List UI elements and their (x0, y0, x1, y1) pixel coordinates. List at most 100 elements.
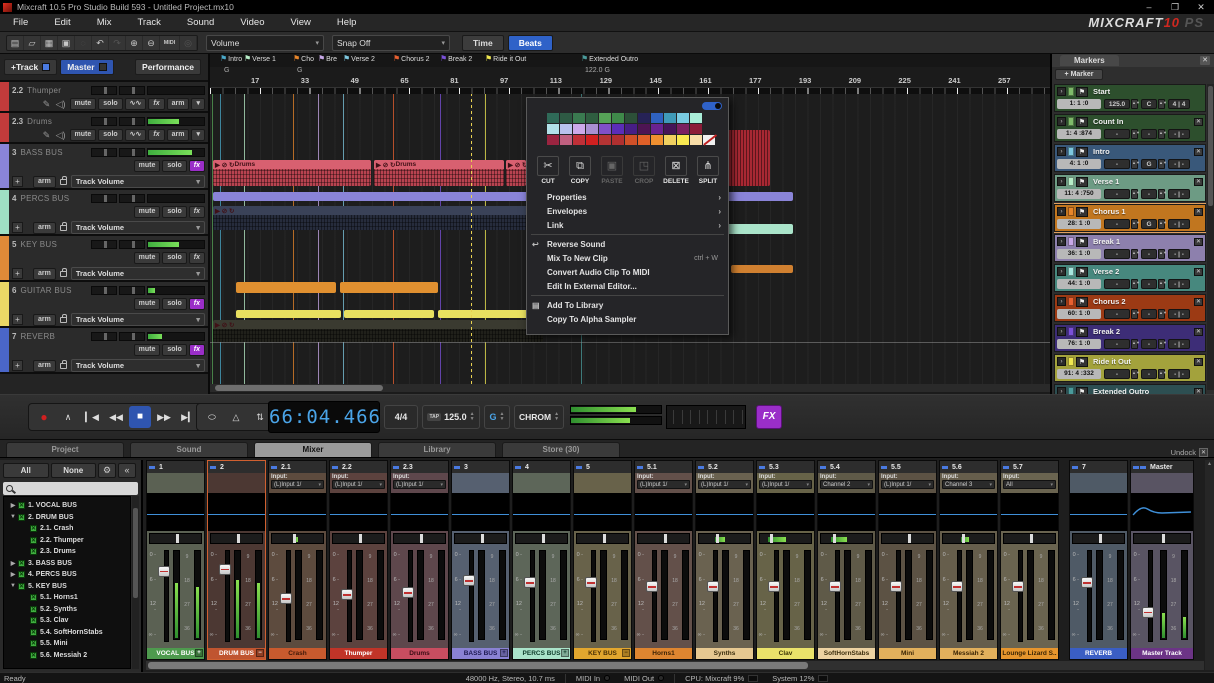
collapse-handle-icon[interactable] (881, 466, 887, 469)
strip-name-label[interactable]: Lounge Lizard S.. (1001, 648, 1058, 659)
strip-name-label[interactable]: VOCAL BUS+ (147, 648, 204, 659)
marker-tempo-field[interactable]: - (1104, 129, 1130, 139)
marker-time-field[interactable]: 36: 1 :0 (1057, 249, 1101, 259)
marker-color-chip[interactable] (1068, 357, 1074, 366)
scale-control[interactable]: CHROM ▲▼ (514, 405, 564, 429)
track-visible-checkbox[interactable] (30, 548, 37, 555)
marker-key-field[interactable]: G (1141, 159, 1157, 169)
strip-name-label[interactable]: Synths (696, 648, 753, 659)
strip-name-label[interactable]: Thumper (330, 648, 387, 659)
collapse-sidebar-icon[interactable]: « (118, 463, 136, 478)
tree-item-5-4-softhornstabs[interactable]: 5.4. SoftHornStabs (4, 627, 130, 639)
marker-row[interactable]: ›⚑Extended Outro✕ (1054, 384, 1206, 394)
pan-thumb[interactable] (237, 534, 240, 543)
volume-slider[interactable] (119, 86, 145, 95)
collapse-handle-icon[interactable] (942, 466, 948, 469)
color-swatch[interactable] (612, 113, 624, 123)
marker-sig-field[interactable]: - | - (1168, 129, 1190, 139)
pan-thumb[interactable] (293, 534, 296, 543)
split-action[interactable]: ⋔SPLIT (693, 156, 723, 185)
pan-thumb[interactable] (908, 534, 911, 543)
tree-item-2-3-drums[interactable]: 2.3. Drums (4, 546, 130, 558)
tab-project[interactable]: Project (6, 442, 124, 457)
color-swatch[interactable] (547, 135, 559, 145)
close-icon[interactable]: ✕ (1199, 448, 1208, 457)
channel-strip-5.5[interactable]: 5.5Input:(L)Input 1/▾0 -6 -12 -∞ -918273… (878, 460, 937, 660)
arm-button[interactable]: arm (167, 129, 190, 141)
drums-clip[interactable]: ▶ ⊘ ↻ Drums (374, 160, 504, 186)
tab-store-30-[interactable]: Store (30) (502, 442, 620, 457)
fx-button[interactable]: fx (189, 344, 205, 356)
pan-slider[interactable] (1133, 533, 1191, 544)
marker-tempo-field[interactable]: - (1104, 339, 1130, 349)
automation-dropdown[interactable]: Track Volume▾ (71, 175, 205, 188)
mute-button[interactable]: mute (70, 129, 97, 141)
rewind-button[interactable]: ◀◀ (105, 406, 127, 428)
track-visible-checkbox[interactable] (18, 514, 25, 521)
guitar-clip[interactable] (344, 310, 434, 318)
delete-marker-icon[interactable]: ✕ (1194, 178, 1203, 186)
fader-thumb[interactable] (829, 581, 841, 592)
menu-view[interactable]: View (278, 14, 324, 32)
pan-slider[interactable] (393, 533, 446, 544)
input-dropdown[interactable]: (L)Input 1/▾ (698, 480, 751, 489)
save-as-icon[interactable]: ▦ (41, 36, 58, 50)
channel-strip-2.1[interactable]: 2.1Input:(L)Input 1/▾0 -6 -12 -∞ -918273… (268, 460, 327, 660)
track-4[interactable]: 4PERCS BUSmutesolofx+armTrack Volume▾ (0, 190, 208, 236)
color-swatch[interactable] (638, 135, 650, 145)
menu-item-edit-in-external-editor-[interactable]: Edit In External Editor... (527, 279, 728, 293)
gear-icon[interactable]: ⚙ (98, 463, 116, 478)
stop-button[interactable]: ■ (129, 406, 151, 428)
fader-thumb[interactable] (219, 564, 231, 575)
marker-row[interactable]: ›⚑Start1: 1 :0125.0▲▼C▲▼4 | 4 (1054, 84, 1206, 112)
lock-icon[interactable] (60, 271, 67, 277)
marker-row[interactable]: ›⚑Break 1✕36: 1 :0-▲▼-▲▼- | - (1054, 234, 1206, 262)
menu-file[interactable]: File (0, 14, 41, 32)
collapse-handle-icon[interactable] (393, 466, 399, 469)
strip-name-label[interactable]: BASS BUS+ (452, 648, 509, 659)
volume-fader[interactable] (645, 548, 659, 646)
channel-strip-5.3[interactable]: 5.3Input:(L)Input 1/▾0 -6 -12 -∞ -918273… (756, 460, 815, 660)
lock-icon[interactable] (60, 317, 67, 323)
mute-button[interactable]: mute (134, 298, 161, 310)
volume-slider[interactable] (91, 286, 117, 295)
snap-dropdown[interactable]: Snap Off▾ (332, 35, 450, 51)
marker-key-field[interactable]: G (1141, 219, 1157, 229)
menu-item-link[interactable]: Link› (527, 218, 728, 232)
lock-icon[interactable] (60, 179, 67, 185)
volume-slider[interactable] (91, 117, 117, 126)
menu-video[interactable]: Video (227, 14, 277, 32)
spinner-icon[interactable]: ▲▼ (1158, 369, 1165, 379)
solo-button[interactable]: solo (162, 206, 186, 218)
track-visible-checkbox[interactable] (30, 640, 37, 647)
track-visible-checkbox[interactable] (30, 606, 37, 613)
channel-strip-2.3[interactable]: 2.3Input:(L)Input 1/▾0 -6 -12 -∞ -918273… (390, 460, 449, 660)
envelope-button[interactable]: ∿∿ (125, 98, 147, 110)
channel-strip-2.2[interactable]: 2.2Input:(L)Input 1/▾0 -6 -12 -∞ -918273… (329, 460, 388, 660)
pan-thumb[interactable] (1099, 534, 1102, 543)
input-dropdown[interactable]: Channel 3▾ (942, 480, 995, 489)
fader-thumb[interactable] (707, 581, 719, 592)
go-to-start-button[interactable]: ▎◀ (81, 406, 103, 428)
markers-tab[interactable]: Markers (1060, 55, 1119, 66)
undock-control[interactable]: Undock✕ (1171, 448, 1208, 457)
pan-thumb[interactable] (481, 534, 484, 543)
pan-slider[interactable] (698, 533, 751, 544)
mode-dropdown[interactable]: Volume▾ (206, 35, 324, 51)
track-5[interactable]: 5KEY BUSmutesolofx+armTrack Volume▾ (0, 236, 208, 282)
delete-marker-icon[interactable]: ✕ (1194, 238, 1203, 246)
pan-slider[interactable] (454, 533, 507, 544)
timeline-marker-flag[interactable]: ⚑Ride it Out (485, 54, 526, 63)
color-swatch[interactable] (599, 113, 611, 123)
spinner-icon[interactable]: ▲▼ (1158, 219, 1165, 229)
track-3[interactable]: 3BASS BUSmutesolofx+armTrack Volume▾ (0, 144, 208, 190)
input-dropdown[interactable]: (L)Input 1/▾ (271, 480, 324, 489)
expand-icon[interactable]: › (1057, 327, 1066, 336)
pan-thumb[interactable] (542, 534, 545, 543)
automation-dropdown[interactable]: Track Volume▾ (71, 359, 205, 372)
time-display[interactable]: 66:04.466 (268, 401, 380, 433)
tempo-control[interactable]: TAP 125.0 ▲▼ (422, 405, 480, 429)
volume-slider[interactable] (91, 148, 117, 157)
tree-arrow-icon[interactable]: ▼ (8, 583, 18, 589)
spinner-icon[interactable]: ▲▼ (1158, 99, 1165, 109)
